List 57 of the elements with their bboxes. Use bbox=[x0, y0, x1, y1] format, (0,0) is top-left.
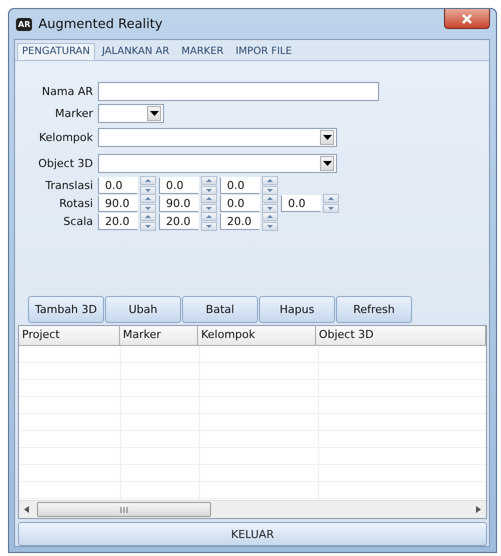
action-button[interactable]: Ubah bbox=[105, 296, 181, 323]
tab[interactable]: PENGATURAN bbox=[17, 43, 95, 60]
action-button[interactable]: Hapus bbox=[259, 296, 335, 323]
scroll-right-icon[interactable] bbox=[476, 506, 481, 513]
spinner-buttons[interactable] bbox=[201, 212, 217, 230]
spinner-buttons[interactable] bbox=[262, 194, 278, 212]
tab[interactable]: MARKER bbox=[176, 43, 229, 60]
action-button[interactable]: Tambah 3D bbox=[28, 296, 104, 323]
app-icon: AR bbox=[16, 18, 32, 30]
number-field[interactable]: 20.0 bbox=[98, 212, 138, 230]
caret-icon bbox=[150, 110, 158, 116]
tab[interactable]: IMPOR FILE bbox=[230, 43, 297, 60]
field-label: Rotasi bbox=[58, 196, 94, 210]
number-field[interactable]: 0.0 bbox=[98, 176, 138, 194]
field-label: Nama AR bbox=[40, 84, 94, 98]
number-field[interactable]: 90.0 bbox=[98, 194, 138, 212]
spinner-buttons[interactable] bbox=[323, 194, 339, 212]
number-field[interactable]: 0.0 bbox=[220, 176, 260, 194]
number-field[interactable]: 20.0 bbox=[220, 212, 260, 230]
number-field[interactable]: 0.0 bbox=[220, 194, 260, 212]
spinner-buttons[interactable] bbox=[140, 212, 156, 230]
field-label: Kelompok bbox=[38, 130, 94, 144]
grip-icon bbox=[120, 506, 128, 512]
spinner-buttons[interactable] bbox=[140, 176, 156, 194]
field-label: Marker bbox=[54, 106, 94, 120]
spinner-buttons[interactable] bbox=[262, 176, 278, 194]
caret-icon bbox=[322, 134, 332, 140]
action-button[interactable]: Batal bbox=[182, 296, 258, 323]
field-label: Scala bbox=[62, 214, 94, 228]
dropdown-field[interactable] bbox=[98, 104, 164, 122]
number-field[interactable]: 20.0 bbox=[159, 212, 199, 230]
tab[interactable]: JALANKAN AR bbox=[96, 43, 174, 60]
close-icon bbox=[461, 14, 473, 24]
close-button[interactable] bbox=[444, 9, 490, 29]
column-header[interactable]: Project bbox=[19, 326, 120, 345]
column-header[interactable]: Marker bbox=[120, 326, 198, 345]
horizontal-scrollbar[interactable] bbox=[19, 500, 486, 518]
spinner-buttons[interactable] bbox=[262, 212, 278, 230]
spinner-buttons[interactable] bbox=[201, 176, 217, 194]
dropdown-field[interactable] bbox=[98, 128, 337, 146]
scroll-thumb[interactable] bbox=[37, 502, 211, 517]
input-field[interactable] bbox=[98, 82, 379, 100]
field-label: Object 3D bbox=[37, 156, 94, 170]
number-field[interactable]: 0.0 bbox=[159, 176, 199, 194]
caret-icon bbox=[322, 160, 332, 166]
column-header[interactable]: Object 3D bbox=[316, 326, 486, 345]
window-title: Augmented Reality bbox=[38, 16, 163, 32]
action-button[interactable]: Refresh bbox=[336, 296, 412, 323]
spinner-buttons[interactable] bbox=[140, 194, 156, 212]
spinner-buttons[interactable] bbox=[201, 194, 217, 212]
number-field[interactable]: 90.0 bbox=[159, 194, 199, 212]
scroll-left-icon[interactable] bbox=[24, 506, 29, 513]
dropdown-field[interactable] bbox=[98, 154, 337, 172]
field-label: Translasi bbox=[44, 178, 94, 192]
number-field[interactable]: 0.0 bbox=[281, 194, 321, 212]
exit-button[interactable]: KELUAR bbox=[18, 522, 487, 546]
column-header[interactable]: Kelompok bbox=[198, 326, 316, 345]
